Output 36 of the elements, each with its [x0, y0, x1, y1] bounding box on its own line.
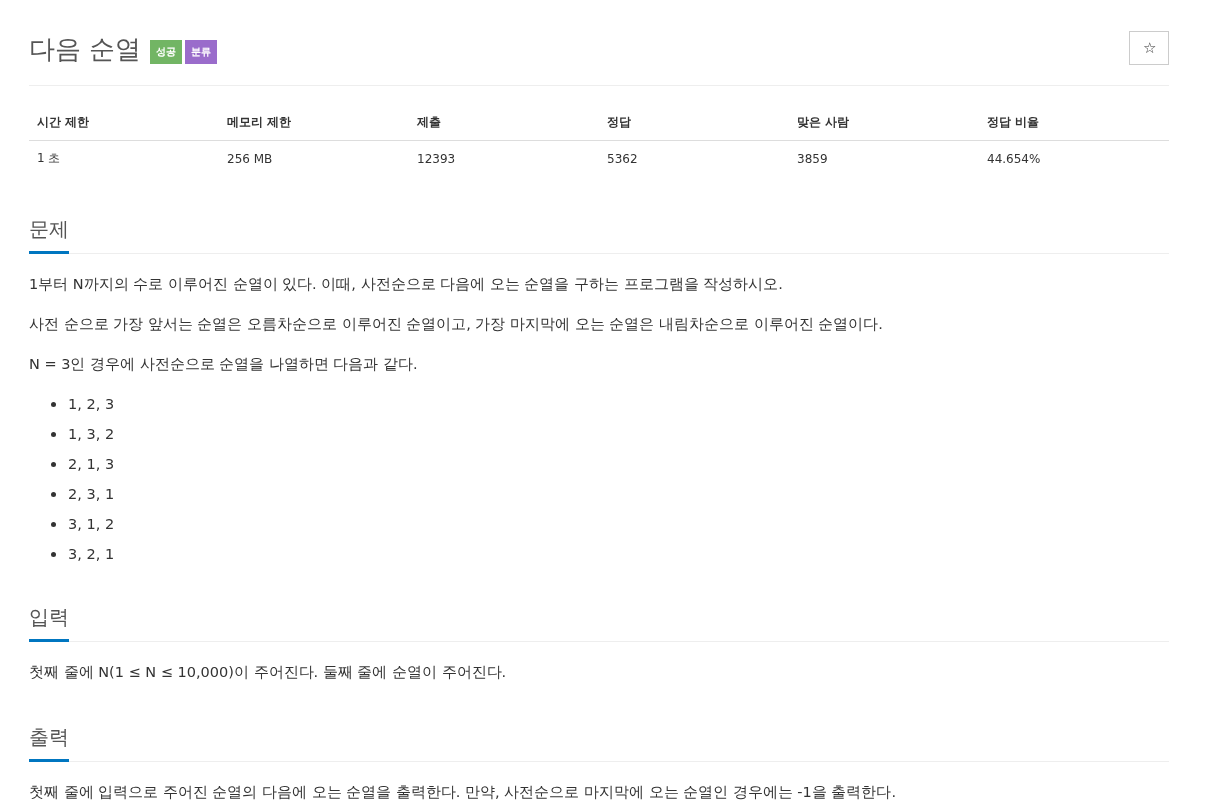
tag-label[interactable]: 분류	[185, 39, 218, 64]
column-header: 정답 비율	[979, 104, 1169, 141]
column-header: 정답	[599, 104, 789, 141]
list-item: 2, 1, 3	[68, 455, 115, 474]
paragraph: 첫째 줄에 N(1 ≤ N ≤ 10,000)이 주어진다. 둘째 줄에 순열이 주어진다.	[29, 663, 508, 682]
star-button[interactable]: ☆	[1129, 31, 1169, 65]
table-cell: 44.654%	[979, 140, 1169, 176]
paragraph: N = 3인 경우에 사전순으로 순열을 나열하면 다음과 같다.	[29, 355, 419, 374]
list-item: 2, 3, 1	[68, 485, 115, 504]
column-header: 제출	[409, 104, 599, 141]
list-item: 3, 1, 2	[68, 515, 115, 534]
section-heading: 문제	[29, 216, 69, 254]
table-cell: 3859	[789, 140, 979, 176]
bullet-icon	[51, 431, 56, 437]
paragraph: 1부터 N까지의 수로 이루어진 순열이 있다. 이때, 사전순으로 다음에 오는 순열을 구하는 프로그램을 작성하시오.	[29, 275, 784, 294]
column-header: 메모리 제한	[219, 104, 409, 141]
bullet-icon	[51, 401, 56, 407]
column-header: 시간 제한	[29, 104, 219, 141]
bullet-icon	[51, 461, 56, 467]
bullet-icon	[51, 521, 56, 527]
table-cell: 5362	[599, 140, 789, 176]
paragraph: 사전 순으로 가장 앞서는 순열은 오름차순으로 이루어진 순열이고, 가장 마지막에 오는 순열은 내림차순으로 이루어진 순열이다.	[29, 315, 884, 334]
tag-label[interactable]: 성공	[150, 39, 183, 64]
table-cell: 256 MB	[219, 140, 409, 176]
table-cell: 12393	[409, 140, 599, 176]
bullet-icon	[51, 551, 56, 557]
table-cell: 1 초	[29, 140, 219, 176]
problem-title: 다음 순열	[29, 33, 142, 66]
bullet-icon	[51, 491, 56, 497]
paragraph: 첫째 줄에 입력으로 주어진 순열의 다음에 오는 순열을 출력한다. 만약, 사전순으로 마지막에 오는 순열인 경우에는 -1을 출력한다.	[29, 783, 898, 802]
section-heading: 출력	[29, 724, 69, 762]
column-header: 맞은 사람	[789, 104, 979, 141]
section-heading: 입력	[29, 604, 69, 642]
list-item: 3, 2, 1	[68, 545, 115, 564]
list-item: 1, 3, 2	[68, 425, 115, 444]
list-item: 1, 2, 3	[68, 395, 115, 414]
